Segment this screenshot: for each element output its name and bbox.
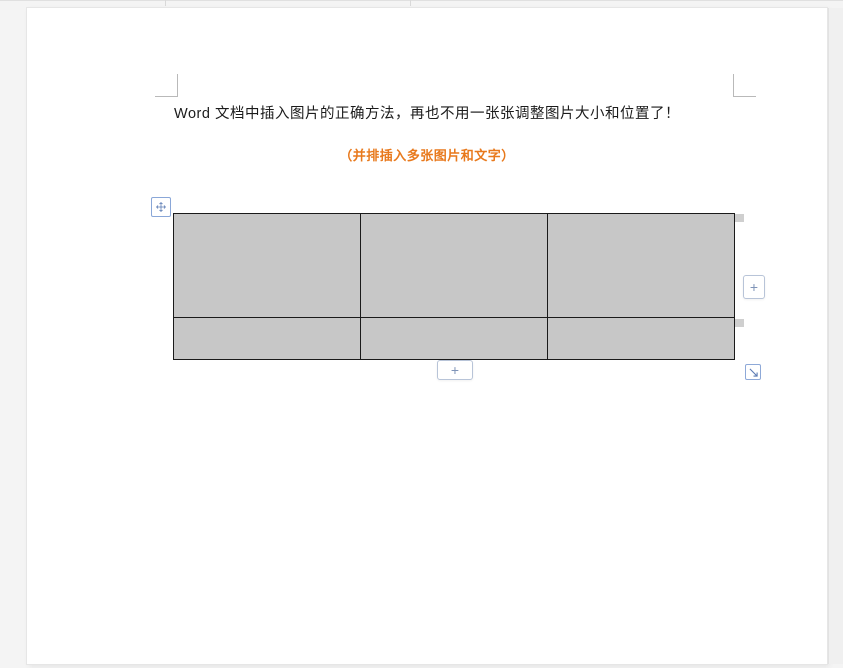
document-subtitle[interactable]: （并排插入多张图片和文字） [27,145,827,164]
table-cell[interactable] [174,318,361,360]
add-row-button[interactable]: + [437,360,473,380]
table-cell[interactable] [548,318,735,360]
add-column-button[interactable]: + [743,275,765,299]
table-row[interactable] [174,214,735,318]
row-select-stub[interactable] [735,214,744,222]
content-table[interactable] [173,213,735,360]
table-cell[interactable] [174,214,361,318]
row-select-stub[interactable] [735,319,744,327]
table-resize-handle[interactable] [745,364,761,380]
document-title[interactable]: Word 文档中插入图片的正确方法，再也不用一张张调整图片大小和位置了！ [27,102,827,123]
table-move-handle[interactable] [151,197,171,217]
toolbar-bottom-edge [0,0,843,1]
table-cell[interactable] [361,318,548,360]
margin-corner-top-left [155,74,178,97]
table-row[interactable] [174,318,735,360]
table-cell[interactable] [361,214,548,318]
toolbar-separator [410,0,411,6]
vertical-scrollbar[interactable] [828,8,843,664]
editor-viewport: Word 文档中插入图片的正确方法，再也不用一张张调整图片大小和位置了！ （并排… [0,0,843,668]
margin-corner-top-right [733,74,756,97]
document-page[interactable]: Word 文档中插入图片的正确方法，再也不用一张张调整图片大小和位置了！ （并排… [27,8,827,664]
table-cell[interactable] [548,214,735,318]
toolbar-separator [165,0,166,6]
move-icon [155,201,167,213]
resize-icon [749,368,758,377]
